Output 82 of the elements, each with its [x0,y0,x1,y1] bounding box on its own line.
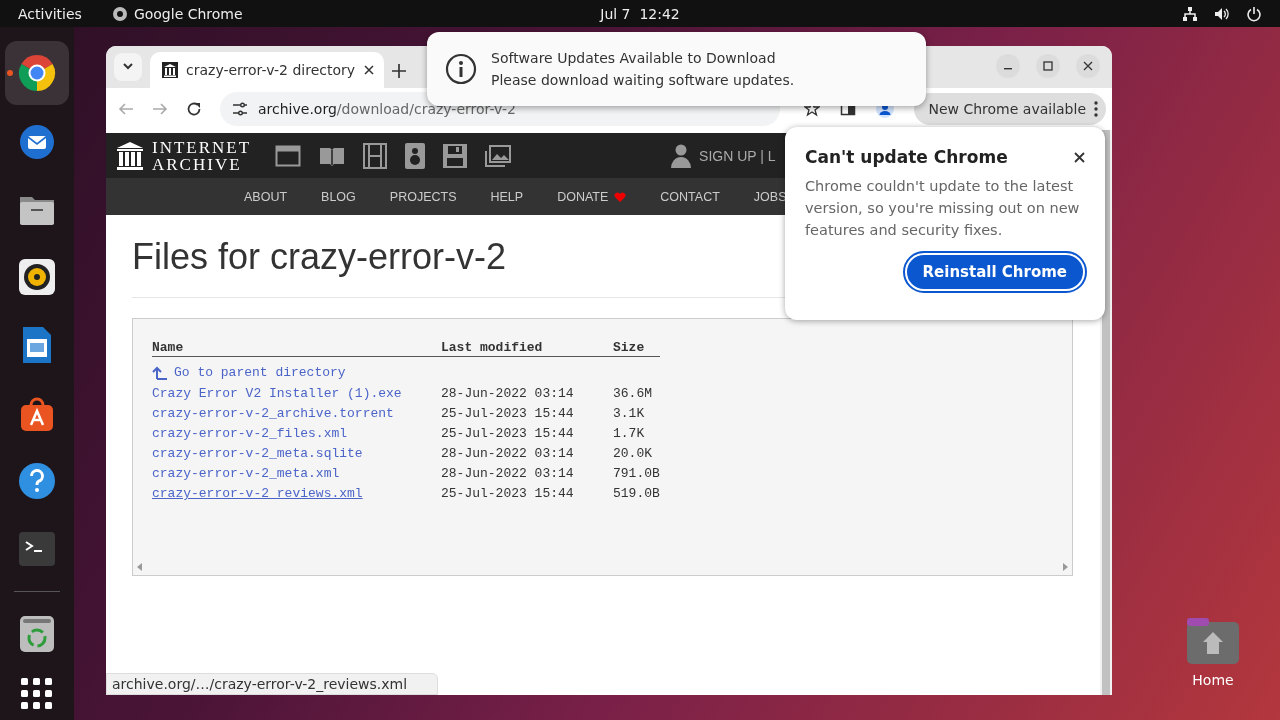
clock[interactable]: Jul 7 12:42 [600,5,680,22]
close-tab-button[interactable] [364,65,374,75]
film-icon[interactable] [363,142,388,169]
file-link[interactable]: crazy-error-v-2_files.xml [152,426,348,441]
running-indicator [7,70,13,76]
page-heading: Files for crazy-error-v-2 [132,235,507,279]
close-button[interactable] [1074,151,1085,163]
status-bubble: archive.org/…/crazy-error-v-2_reviews.xml [106,673,439,695]
scroll-left-icon[interactable] [137,563,143,571]
logo-text[interactable]: ARCHIVE [152,155,252,173]
app-menu[interactable]: Google Chrome [133,5,243,22]
person-icon[interactable] [671,143,692,168]
chevron-down-icon [122,63,134,71]
nav-link[interactable]: BLOG [321,189,356,204]
date-cell: 28-Jun-2022 03:14 [441,466,574,481]
reinstall-button[interactable]: Reinstall Chrome [904,253,1085,291]
size-cell: 519.0B [613,486,660,501]
file-link[interactable]: crazy-error-v-2_meta.sqlite [152,446,363,461]
file-link[interactable]: crazy-error-v-2_reviews.xml [152,486,363,501]
up-arrow-icon [152,365,168,380]
activities-button[interactable]: Activities [0,5,100,22]
temple-icon [162,62,178,78]
speaker-icon[interactable] [405,142,426,169]
browser-icon [111,5,128,22]
date-cell: 25-Jul-2023 15:44 [441,406,574,421]
nav-link[interactable]: PROJECTS [389,189,457,204]
info-icon [445,53,477,85]
parent-directory-link[interactable]: Go to parent directory [152,357,346,380]
power-icon[interactable] [1246,5,1262,22]
heart-icon [614,191,627,202]
close-button[interactable] [1076,54,1100,78]
terminal-icon [17,529,57,569]
size-cell: 36.6M [613,386,652,401]
logo-text[interactable]: INTERNET [152,138,252,156]
nav-link[interactable]: ABOUT [244,189,288,204]
help-icon [17,461,57,501]
file-link[interactable]: Crazy Error V2 Installer (1).exe [152,386,402,401]
scroll-right-icon[interactable] [1062,563,1068,571]
new-tab-button[interactable] [392,64,406,78]
notification-body: Please download waiting software updates. [491,72,795,88]
file-link[interactable]: crazy-error-v-2_meta.xml [152,466,340,481]
file-link[interactable]: crazy-error-v-2_archive.torrent [152,406,394,421]
home-folder-icon[interactable] [1185,618,1241,666]
column-header: Last modified [441,338,613,357]
nav-link[interactable]: HELP [490,189,524,204]
network-icon[interactable] [1182,5,1198,22]
size-cell: 3.1K [613,406,645,421]
folder-label: Home [1192,672,1234,688]
trash-icon [17,614,57,654]
notification-banner[interactable]: Software Updates Available to Download Please download waiting software updates. [427,32,926,106]
size-cell: 791.0B [613,466,660,481]
date-cell: 28-Jun-2022 03:14 [441,446,574,461]
column-header: Name [152,338,441,357]
tab-search-button[interactable] [114,53,142,81]
date-cell: 28-Jun-2022 03:14 [441,386,574,401]
browser-tab[interactable]: crazy-error-v-2 directory [150,52,384,88]
browser-icon [17,53,57,93]
close-icon [1083,61,1093,71]
browser-window-icon[interactable] [275,144,302,167]
nav-link[interactable]: DONATE [557,189,627,204]
temple-icon[interactable] [116,140,144,171]
update-chip[interactable]: New Chrome available [914,93,1106,125]
size-cell: 20.0K [613,446,652,461]
site-settings-icon[interactable] [232,101,248,117]
popup-message: Chrome couldn't update to the latest version, so you're missing out on new features and security fixes. [805,177,1081,240]
images-icon[interactable] [485,144,512,167]
app-grid-icon[interactable] [21,678,53,710]
maximize-button[interactable] [1036,54,1060,78]
account-links[interactable]: SIGN UP | L [699,147,776,164]
nav-link[interactable]: JOBS [753,189,787,204]
size-cell: 1.7K [613,426,645,441]
speaker-icon [17,257,57,297]
nav-link[interactable]: CONTACT [660,189,720,204]
popup-title: Can't update Chrome [805,147,1008,167]
reload-button[interactable] [186,101,202,117]
column-header: Size [613,338,660,357]
notification-title: Software Updates Available to Download [491,50,777,66]
date-cell: 25-Jul-2023 15:44 [441,486,574,501]
minimize-icon [1004,68,1012,70]
date-cell: 25-Jul-2023 15:44 [441,426,574,441]
more-icon [1094,101,1098,117]
maximize-icon [1043,61,1053,71]
